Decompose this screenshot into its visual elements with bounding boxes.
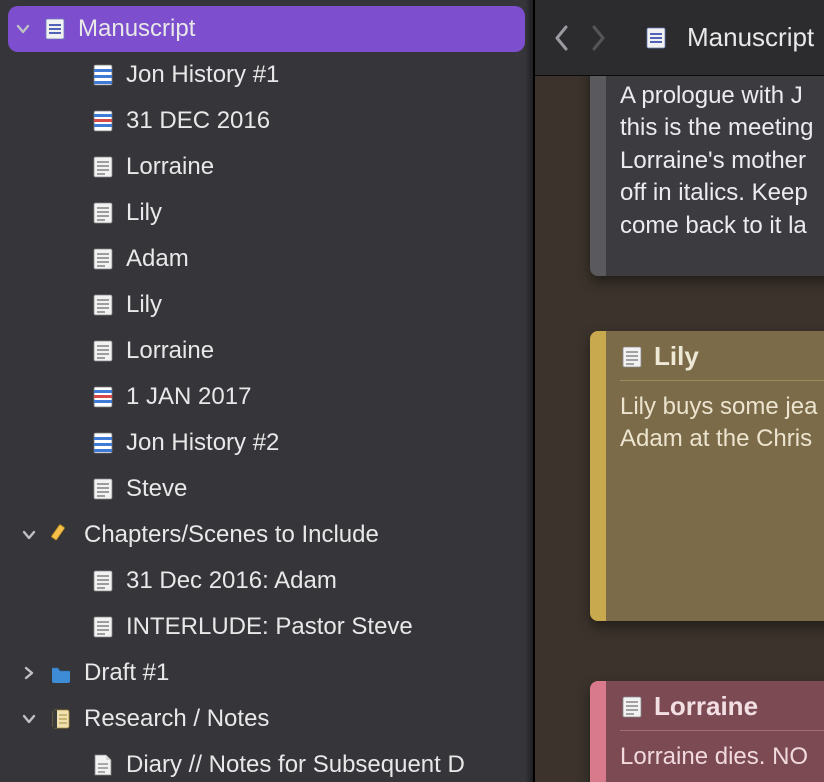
chevron-right-icon[interactable] bbox=[20, 664, 38, 682]
document-icon bbox=[90, 200, 116, 226]
sidebar-item-label: Lily bbox=[126, 199, 533, 227]
sidebar-item-label: Draft #1 bbox=[84, 659, 533, 687]
chevron-down-icon[interactable] bbox=[14, 20, 32, 38]
sidebar-item-steve[interactable]: Steve bbox=[0, 466, 533, 512]
document-icon bbox=[90, 246, 116, 272]
document-icon bbox=[90, 430, 116, 456]
corkboard[interactable]: A prologue with J this is the meeting Lo… bbox=[535, 76, 824, 782]
sidebar-item-lily[interactable]: Lily bbox=[0, 190, 533, 236]
sidebar-item-label: Manuscript bbox=[78, 15, 525, 43]
document-icon bbox=[42, 16, 68, 42]
corkboard-card-lily[interactable]: Lily Lily buys some jea Adam at the Chri… bbox=[590, 331, 824, 621]
sidebar-item-label: Jon History #1 bbox=[126, 61, 533, 89]
sidebar-item-label: Diary // Notes for Subsequent D bbox=[126, 751, 533, 779]
sidebar-item-interlude-steve[interactable]: INTERLUDE: Pastor Steve bbox=[0, 604, 533, 650]
sidebar-item-adam[interactable]: Adam bbox=[0, 236, 533, 282]
sidebar-item-draft-1[interactable]: Draft #1 bbox=[0, 650, 533, 696]
notebook-icon bbox=[48, 706, 74, 732]
pencil-icon bbox=[48, 522, 74, 548]
card-body: Lily buys some jea Adam at the Chris bbox=[606, 381, 824, 470]
sidebar-item-label: Chapters/Scenes to Include bbox=[84, 521, 533, 549]
sidebar-item-jon-history-1[interactable]: Jon History #1 bbox=[0, 52, 533, 98]
document-icon bbox=[620, 695, 644, 719]
card-title: Lily bbox=[654, 341, 699, 372]
page-icon bbox=[90, 752, 116, 778]
card-title: Lorraine bbox=[654, 691, 758, 722]
sidebar-item-31-dec-2016[interactable]: 31 DEC 2016 bbox=[0, 98, 533, 144]
nav-back-button[interactable] bbox=[553, 24, 571, 52]
document-icon bbox=[90, 568, 116, 594]
editor-title: Manuscript bbox=[687, 22, 814, 53]
sidebar-item-diary-notes[interactable]: Diary // Notes for Subsequent D bbox=[0, 742, 533, 782]
sidebar-item-chapters[interactable]: Chapters/Scenes to Include bbox=[0, 512, 533, 558]
document-icon bbox=[90, 108, 116, 134]
editor-pane: Manuscript A prologue with J this is the… bbox=[535, 0, 824, 782]
sidebar-item-label: Research / Notes bbox=[84, 705, 533, 733]
document-icon bbox=[90, 614, 116, 640]
nav-forward-button[interactable] bbox=[589, 24, 607, 52]
document-icon bbox=[90, 154, 116, 180]
document-icon bbox=[643, 24, 669, 52]
corkboard-card-lorraine[interactable]: Lorraine Lorraine dies. NO bbox=[590, 681, 824, 782]
sidebar-item-label: 31 Dec 2016: Adam bbox=[126, 567, 533, 595]
chevron-down-icon[interactable] bbox=[20, 526, 38, 544]
document-icon bbox=[90, 476, 116, 502]
corkboard-card[interactable]: A prologue with J this is the meeting Lo… bbox=[590, 76, 824, 276]
sidebar-item-label: Lorraine bbox=[126, 153, 533, 181]
document-icon bbox=[90, 292, 116, 318]
card-color-stripe bbox=[590, 331, 606, 621]
folder-icon bbox=[48, 660, 74, 686]
sidebar-item-label: 31 DEC 2016 bbox=[126, 107, 533, 135]
editor-toolbar: Manuscript bbox=[535, 0, 824, 76]
sidebar-item-1-jan-2017[interactable]: 1 JAN 2017 bbox=[0, 374, 533, 420]
document-icon bbox=[90, 338, 116, 364]
document-icon bbox=[620, 345, 644, 369]
card-body: A prologue with J this is the meeting Lo… bbox=[606, 76, 824, 256]
sidebar-item-jon-history-2[interactable]: Jon History #2 bbox=[0, 420, 533, 466]
document-icon bbox=[90, 384, 116, 410]
sidebar-item-31-dec-adam[interactable]: 31 Dec 2016: Adam bbox=[0, 558, 533, 604]
chevron-down-icon[interactable] bbox=[20, 710, 38, 728]
sidebar-item-lily-2[interactable]: Lily bbox=[0, 282, 533, 328]
sidebar-resize-handle[interactable] bbox=[525, 0, 533, 782]
card-color-stripe bbox=[590, 681, 606, 782]
sidebar-item-label: INTERLUDE: Pastor Steve bbox=[126, 613, 533, 641]
sidebar-item-manuscript[interactable]: Manuscript bbox=[8, 6, 525, 52]
sidebar-item-label: Steve bbox=[126, 475, 533, 503]
sidebar-item-label: Lily bbox=[126, 291, 533, 319]
card-body: Lorraine dies. NO bbox=[606, 731, 824, 782]
sidebar-item-research[interactable]: Research / Notes bbox=[0, 696, 533, 742]
sidebar-item-lorraine-2[interactable]: Lorraine bbox=[0, 328, 533, 374]
document-icon bbox=[90, 62, 116, 88]
sidebar-item-label: Adam bbox=[126, 245, 533, 273]
sidebar-item-label: 1 JAN 2017 bbox=[126, 383, 533, 411]
sidebar-item-label: Jon History #2 bbox=[126, 429, 533, 457]
binder-sidebar: Novel Format Manuscript Jon History #1 3… bbox=[0, 0, 535, 782]
sidebar-item-lorraine[interactable]: Lorraine bbox=[0, 144, 533, 190]
sidebar-item-label: Lorraine bbox=[126, 337, 533, 365]
card-color-stripe bbox=[590, 76, 606, 276]
